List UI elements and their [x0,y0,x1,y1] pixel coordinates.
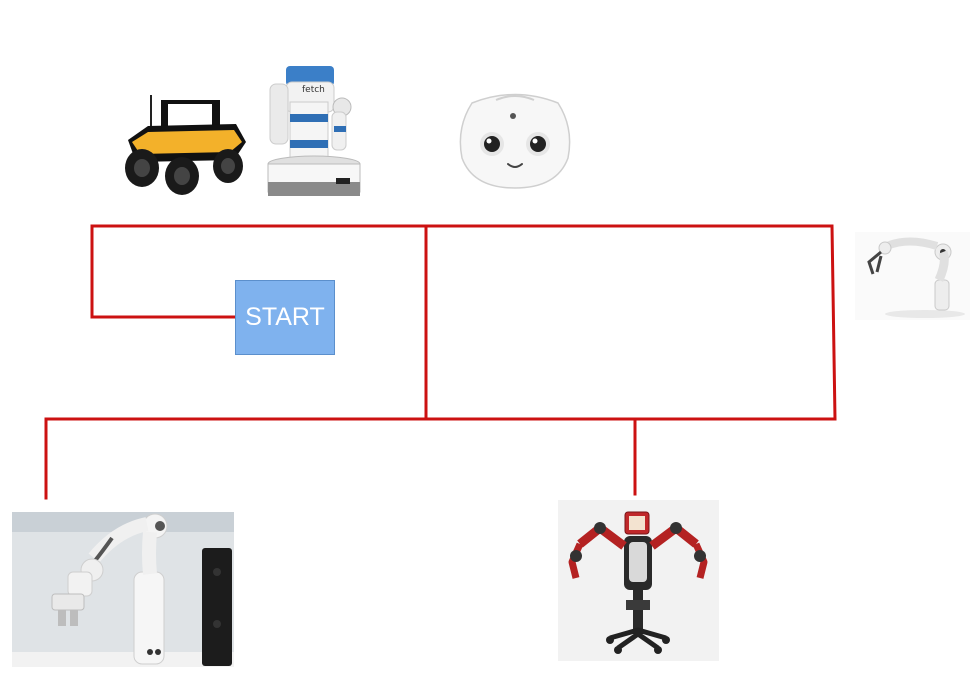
franka-panda-icon [12,512,234,667]
flow-diagram: START fetch [0,0,970,685]
baxter-robot-icon [558,500,719,661]
svg-text:fetch: fetch [302,85,325,95]
jackal-robot-icon [125,95,246,195]
fetch-robot-icon: fetch [267,66,361,196]
pepper-head-icon [459,93,571,189]
start-label: START [245,303,325,331]
robot-arm-icon [855,232,970,320]
connector-start-loop [44,224,837,500]
start-node: START [235,280,335,355]
